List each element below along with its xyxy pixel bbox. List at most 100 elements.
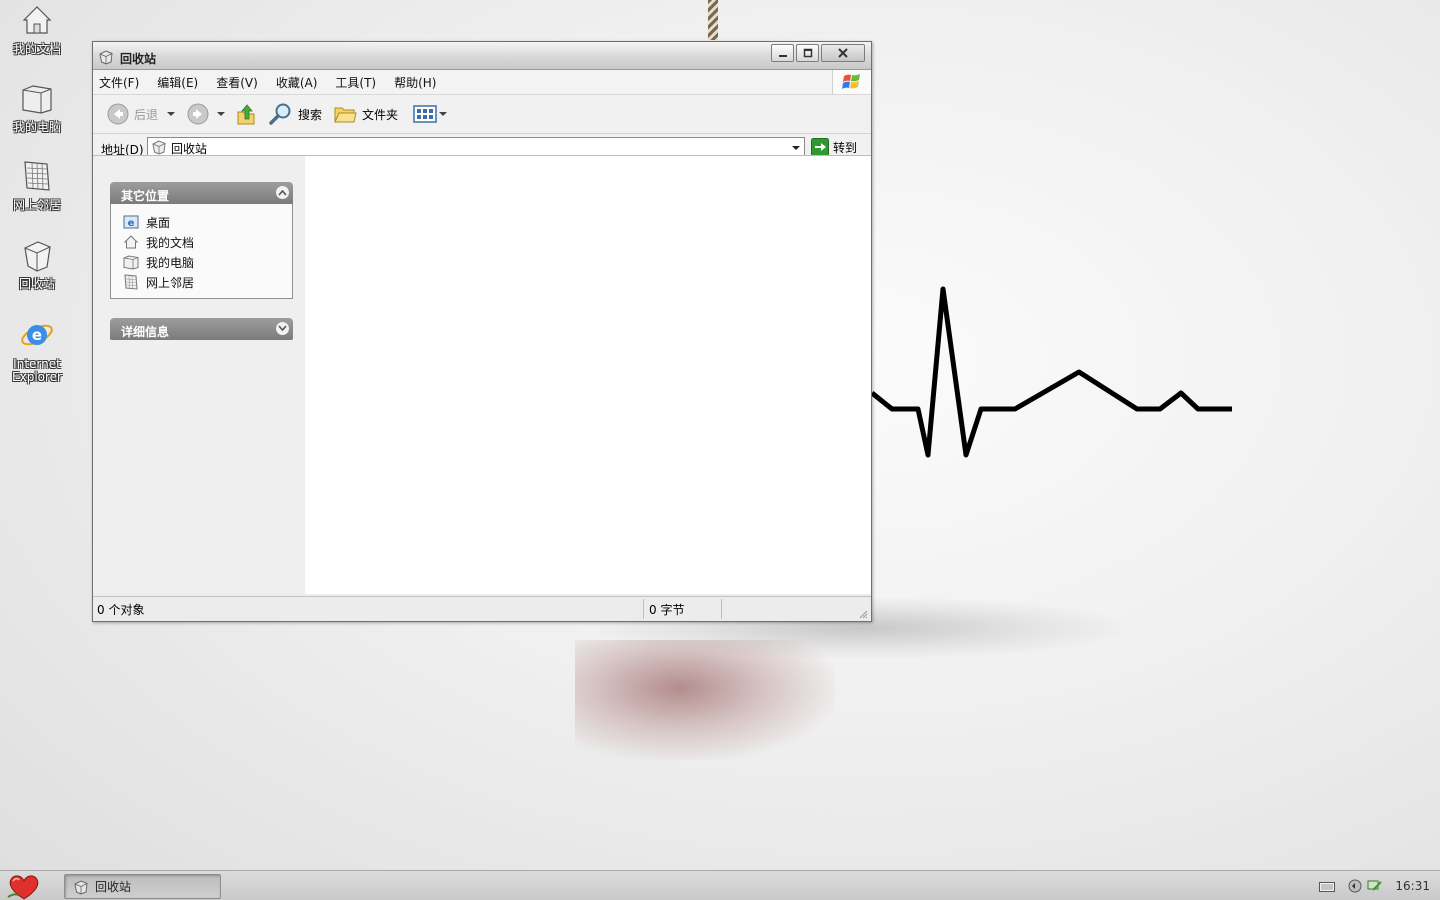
details-panel: 详细信息 (110, 318, 293, 340)
desktop-icon-my-computer[interactable]: 我的电脑 (6, 80, 68, 134)
forward-button[interactable] (187, 95, 209, 133)
keyboard-icon[interactable] (1319, 880, 1336, 892)
desktop-icon: e (123, 215, 139, 229)
taskbar: 回收站 16:31 (0, 870, 1440, 900)
clock: 16:31 (1395, 879, 1430, 893)
maximize-button[interactable] (796, 44, 819, 62)
internet-explorer-icon: e (21, 324, 53, 346)
forward-history-dropdown[interactable] (217, 95, 225, 133)
link-label: 网上邻居 (146, 275, 195, 290)
folders-button[interactable]: 文件夹 (333, 95, 398, 133)
title-bar[interactable]: 回收站 (93, 42, 871, 70)
chevron-down-icon (278, 325, 287, 332)
chevron-up-icon (278, 189, 287, 196)
my-computer-icon (22, 85, 52, 114)
svg-text:e: e (32, 326, 42, 344)
windows-flag-icon (842, 74, 860, 89)
forward-arrow-icon (187, 103, 209, 125)
search-icon (269, 103, 291, 125)
toolbar: 后退 搜索 文件夹 (93, 95, 871, 134)
link-network-places[interactable]: 网上邻居 (111, 272, 292, 292)
desktop-icon-label: 回收站 (18, 277, 55, 291)
desktop-icon-recycle-bin[interactable]: 回收站 (6, 237, 68, 291)
chevron-down-icon (439, 112, 447, 116)
chevron-down-icon (167, 112, 175, 116)
menu-file[interactable]: 文件(F) (99, 74, 139, 91)
rope-decoration (708, 0, 718, 40)
system-tray: 16:31 (1319, 871, 1440, 900)
my-documents-icon (22, 6, 52, 34)
start-heart-icon[interactable] (4, 873, 44, 900)
status-divider (721, 599, 722, 619)
recycle-bin-icon (152, 140, 166, 155)
back-history-dropdown[interactable] (167, 95, 175, 133)
menu-bar: 文件(F) 编辑(E) 查看(V) 收藏(A) 工具(T) 帮助(H) (93, 70, 871, 95)
menu-help[interactable]: 帮助(H) (394, 74, 436, 91)
maximize-icon (803, 48, 812, 58)
content-area: 其它位置 e 桌面 我的文档 我的电脑 网上邻居 详细信息 (93, 155, 871, 594)
network-places-icon (124, 274, 138, 290)
up-folder-icon (237, 104, 255, 125)
views-button[interactable] (413, 95, 447, 133)
menu-tools[interactable]: 工具(T) (335, 74, 376, 91)
search-label: 搜索 (298, 107, 323, 122)
recycle-bin-window: 回收站 文件(F) 编辑(E) 查看(V) 收藏(A) 工具(T) 帮助(H) (92, 41, 872, 622)
search-button[interactable]: 搜索 (269, 95, 322, 133)
other-places-list: e 桌面 我的文档 我的电脑 网上邻居 (110, 204, 293, 299)
network-status-icon[interactable] (1367, 878, 1383, 894)
folders-label: 文件夹 (362, 107, 399, 122)
folder-icon (334, 107, 357, 123)
my-documents-icon (123, 235, 139, 249)
status-size: 0 字节 (649, 603, 685, 617)
minimize-icon (778, 55, 787, 57)
other-places-header[interactable]: 其它位置 (110, 182, 293, 204)
link-my-computer[interactable]: 我的电脑 (111, 252, 292, 272)
heartbeat-line (870, 286, 1232, 458)
menu-favorites[interactable]: 收藏(A) (276, 74, 318, 91)
other-places-panel: 其它位置 e 桌面 我的文档 我的电脑 网上邻居 (110, 182, 293, 299)
status-divider (643, 599, 644, 619)
views-grid-icon (413, 105, 437, 123)
panel-title: 其它位置 (121, 189, 170, 203)
wallpaper-bag (575, 640, 835, 760)
go-arrow-icon (811, 138, 829, 156)
svg-text:e: e (128, 218, 135, 229)
expand-button[interactable] (276, 322, 289, 335)
close-button[interactable] (821, 44, 865, 62)
up-folder-button[interactable] (235, 95, 257, 133)
desktop-icon-internet-explorer[interactable]: e Internet Explorer (6, 317, 68, 384)
back-button[interactable]: 后退 (107, 95, 158, 133)
recycle-bin-icon (24, 241, 51, 272)
link-desktop[interactable]: e 桌面 (111, 212, 292, 232)
go-label: 转到 (833, 140, 858, 155)
windows-logo (832, 70, 871, 94)
network-places-icon (24, 161, 50, 191)
status-bar: 0 个对象 0 字节 (93, 596, 871, 621)
speaker-icon[interactable] (1347, 878, 1363, 894)
close-icon (838, 48, 848, 58)
status-object-count: 0 个对象 (97, 603, 145, 617)
back-arrow-icon (107, 103, 129, 125)
link-label: 桌面 (146, 215, 171, 230)
menu-edit[interactable]: 编辑(E) (157, 74, 198, 91)
link-label: 我的电脑 (146, 255, 195, 270)
go-button[interactable]: 转到 (811, 138, 857, 156)
resize-grip-icon[interactable] (858, 609, 868, 619)
chevron-down-icon (217, 112, 225, 116)
window-title: 回收站 (120, 52, 157, 66)
link-label: 我的文档 (146, 235, 195, 250)
desktop-icon-my-documents[interactable]: 我的文档 (6, 2, 68, 56)
recycle-bin-icon (74, 879, 88, 895)
taskbar-window-label: 回收站 (95, 880, 132, 894)
taskbar-window-button[interactable]: 回收站 (64, 874, 221, 899)
minimize-button[interactable] (771, 44, 794, 62)
my-computer-icon (123, 255, 139, 270)
collapse-button[interactable] (276, 186, 289, 199)
link-my-documents[interactable]: 我的文档 (111, 232, 292, 252)
desktop-icon-label: Internet Explorer (12, 357, 62, 384)
menu-view[interactable]: 查看(V) (216, 74, 258, 91)
desktop-icon-label: 我的文档 (12, 42, 61, 56)
recycle-bin-icon (99, 50, 113, 65)
details-header[interactable]: 详细信息 (110, 318, 293, 340)
desktop-icon-network[interactable]: 网上邻居 (6, 158, 68, 212)
